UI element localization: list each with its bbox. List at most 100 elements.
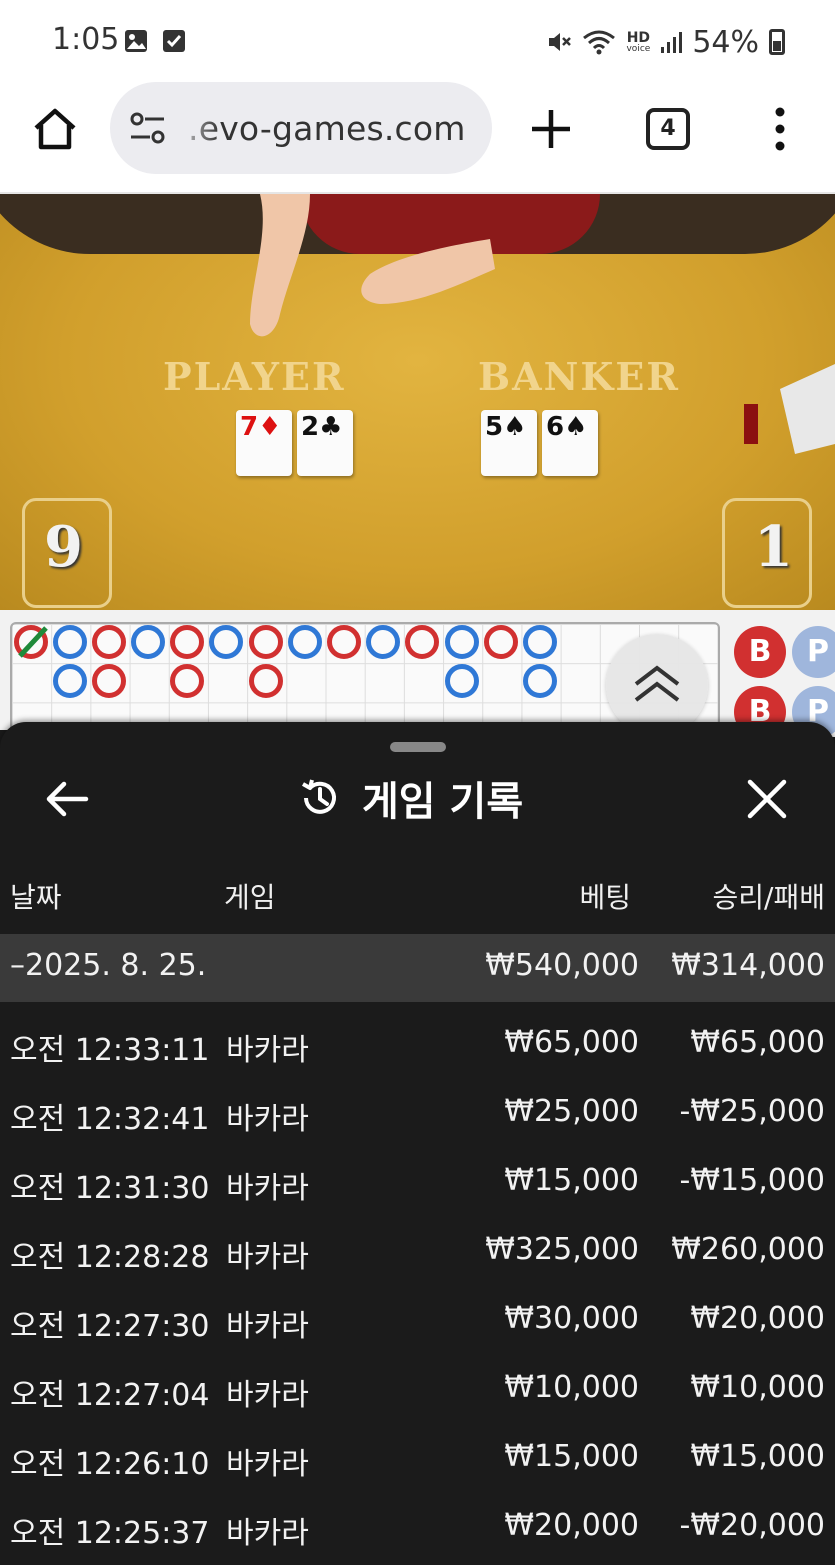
site-settings-icon[interactable] bbox=[128, 110, 168, 146]
card-rank: 7 bbox=[240, 412, 259, 442]
row-game: 바카라 bbox=[226, 1378, 309, 1413]
summary-result: ₩314,000 bbox=[671, 948, 825, 983]
row-result: ₩15,000 bbox=[690, 1439, 825, 1474]
bead-banker bbox=[405, 625, 439, 659]
gallery-icon bbox=[125, 30, 147, 52]
predict-player[interactable]: P bbox=[792, 626, 835, 678]
row-result: -₩25,000 bbox=[679, 1094, 825, 1129]
close-icon[interactable] bbox=[744, 776, 790, 822]
bead-banker bbox=[92, 664, 126, 698]
banker-score: 1 bbox=[754, 514, 793, 580]
row-game: 바카라 bbox=[226, 1240, 309, 1275]
row-result: -₩20,000 bbox=[679, 1508, 825, 1543]
banker-label: BANKER bbox=[478, 354, 680, 399]
bead-player bbox=[366, 625, 400, 659]
history-row[interactable]: 오전 12:33:11 바카라 ₩65,000 ₩65,000 bbox=[0, 1008, 835, 1077]
bead-player bbox=[53, 664, 87, 698]
history-row[interactable]: 오전 12:31:30 바카라 ₩15,000 -₩15,000 bbox=[0, 1146, 835, 1215]
history-row[interactable]: 오전 12:26:10 바카라 ₩15,000 ₩15,000 bbox=[0, 1422, 835, 1491]
card-suit: ♦ bbox=[258, 412, 282, 442]
row-result: -₩15,000 bbox=[679, 1163, 825, 1198]
bead-banker bbox=[170, 625, 204, 659]
back-arrow-icon[interactable] bbox=[42, 774, 92, 824]
browser-toolbar: .evo-games.com 4 bbox=[0, 80, 835, 194]
bead-banker bbox=[327, 625, 361, 659]
game-video[interactable]: PLAYER BANKER 7♦ 2♣ 5♠ 6♠ 9 1 bbox=[0, 194, 835, 610]
row-game: 바카라 bbox=[226, 1516, 309, 1551]
bead-banker bbox=[170, 664, 204, 698]
game-history-sheet: 게임 기록 날짜 게임 베팅 승리/패배 –2025. 8. 25. ₩540,… bbox=[0, 722, 835, 1565]
history-row[interactable]: 오전 12:28:28 바카라 ₩325,000 ₩260,000 bbox=[0, 1215, 835, 1284]
home-icon[interactable] bbox=[30, 104, 80, 154]
battery-icon bbox=[769, 29, 785, 55]
predict-panel: B P B P bbox=[730, 622, 835, 738]
row-bet: ₩30,000 bbox=[504, 1301, 639, 1336]
status-right: HD voice 54% bbox=[546, 22, 785, 62]
summary-row[interactable]: –2025. 8. 25. ₩540,000 ₩314,000 bbox=[0, 934, 835, 1002]
banker-card-1: 5♠ bbox=[481, 410, 537, 476]
sheet-title-text: 게임 기록 bbox=[362, 779, 524, 825]
history-row[interactable]: 오전 12:32:41 바카라 ₩25,000 -₩25,000 bbox=[0, 1077, 835, 1146]
card-rank: 6 bbox=[546, 412, 565, 442]
bead-player bbox=[523, 625, 557, 659]
row-game: 바카라 bbox=[226, 1447, 309, 1482]
player-label: PLAYER bbox=[163, 354, 346, 399]
predict-banker[interactable]: B bbox=[734, 626, 786, 678]
row-time: 오전 12:25:37 bbox=[10, 1516, 210, 1551]
voice-label: voice bbox=[626, 43, 651, 54]
history-row[interactable]: 오전 12:27:04 바카라 ₩10,000 ₩10,000 bbox=[0, 1353, 835, 1422]
tie-slash bbox=[18, 626, 48, 658]
player-card-2: 2♣ bbox=[297, 410, 353, 476]
card-shoe bbox=[744, 364, 835, 454]
bead-player bbox=[445, 664, 479, 698]
new-tab-icon[interactable] bbox=[528, 106, 574, 152]
bead-player bbox=[53, 625, 87, 659]
summary-bet: ₩540,000 bbox=[485, 948, 639, 983]
history-row[interactable]: 오전 12:25:37 바카라 ₩20,000 -₩20,000 bbox=[0, 1491, 835, 1560]
row-result: ₩260,000 bbox=[671, 1232, 825, 1267]
battery-percent: 54% bbox=[692, 24, 759, 60]
summary-date: –2025. 8. 25. bbox=[10, 948, 207, 983]
url-fade bbox=[170, 82, 220, 174]
status-time: 1:05 bbox=[52, 22, 120, 57]
roadmap-expand-button[interactable] bbox=[606, 634, 708, 736]
row-game: 바카라 bbox=[226, 1102, 309, 1137]
url-text[interactable]: .evo-games.com bbox=[188, 109, 466, 148]
wifi-icon bbox=[583, 30, 616, 55]
bead-roadmap[interactable]: B P B P bbox=[0, 610, 835, 738]
row-bet: ₩15,000 bbox=[504, 1439, 639, 1474]
row-result: ₩10,000 bbox=[690, 1370, 825, 1405]
bead-player bbox=[523, 664, 557, 698]
history-row[interactable]: 오전 12:27:30 바카라 ₩30,000 ₩20,000 bbox=[0, 1284, 835, 1353]
check-icon bbox=[163, 30, 185, 52]
hd-voice-icon: HD voice bbox=[626, 31, 650, 54]
banker-card-2: 6♠ bbox=[542, 410, 598, 476]
card-suit: ♣ bbox=[319, 412, 343, 442]
row-bet: ₩15,000 bbox=[504, 1163, 639, 1198]
dealer-hands bbox=[250, 194, 495, 337]
mute-icon bbox=[549, 33, 572, 51]
row-game: 바카라 bbox=[226, 1033, 309, 1068]
player-score: 9 bbox=[44, 514, 83, 580]
bead-player bbox=[445, 625, 479, 659]
tab-switcher-button[interactable]: 4 bbox=[646, 108, 690, 150]
bead-banker bbox=[92, 625, 126, 659]
bead-banker bbox=[249, 625, 283, 659]
chevron-up-icon bbox=[634, 665, 680, 702]
row-bet: ₩10,000 bbox=[504, 1370, 639, 1405]
col-header-date: 날짜 bbox=[10, 881, 62, 914]
col-header-game: 게임 bbox=[224, 881, 276, 914]
col-header-bet: 베팅 bbox=[579, 881, 631, 914]
sheet-drag-handle[interactable] bbox=[390, 742, 446, 752]
bead-player bbox=[209, 625, 243, 659]
row-result: ₩20,000 bbox=[690, 1301, 825, 1336]
row-time: 오전 12:28:28 bbox=[10, 1240, 210, 1275]
address-bar[interactable]: .evo-games.com bbox=[110, 82, 492, 174]
row-time: 오전 12:27:04 bbox=[10, 1378, 210, 1413]
bead-banker bbox=[484, 625, 518, 659]
player-card-1: 7♦ bbox=[236, 410, 292, 476]
row-time: 오전 12:26:10 bbox=[10, 1447, 210, 1482]
more-menu-icon[interactable] bbox=[768, 104, 792, 154]
row-bet: ₩25,000 bbox=[504, 1094, 639, 1129]
card-rank: 2 bbox=[301, 412, 320, 442]
